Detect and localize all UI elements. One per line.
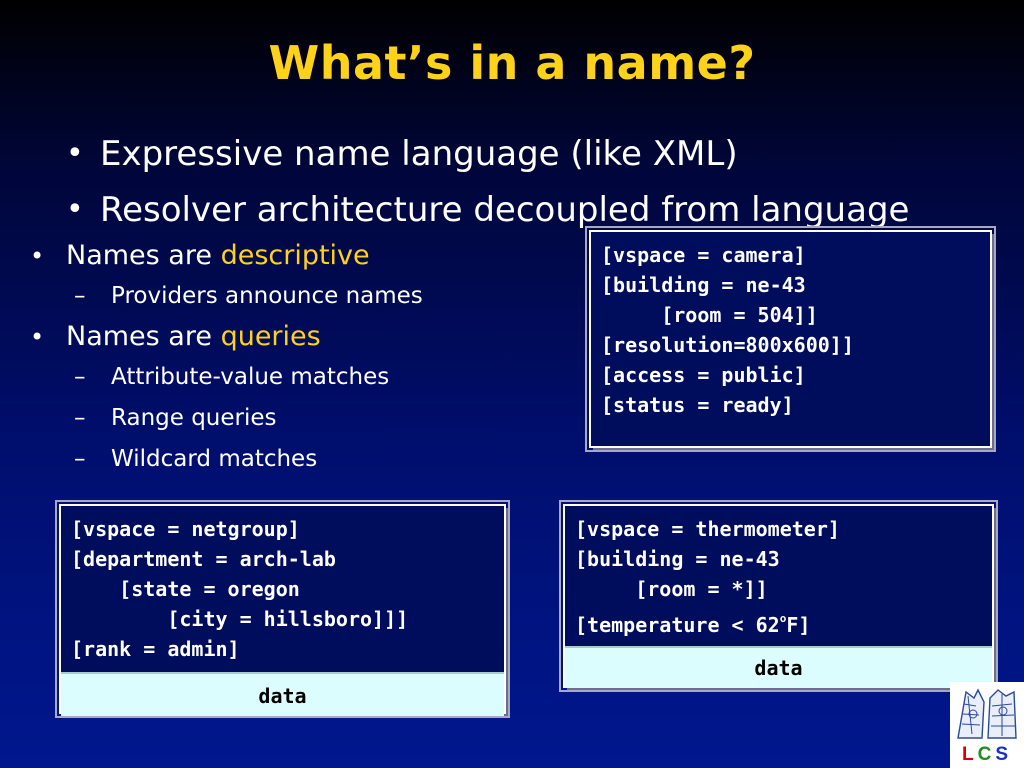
name-specifier: [vspace = netgroup] [department = arch-la… — [61, 506, 504, 672]
code-line: [department = arch-lab — [71, 547, 336, 571]
dash-icon: – — [74, 283, 86, 309]
data-band: data — [565, 646, 992, 688]
sub-bullet-text: Providers announce names — [111, 283, 423, 309]
code-line: [building = ne-43 — [601, 273, 806, 297]
code-line: [room = 504]] — [601, 303, 818, 327]
netgroup-name-box: [vspace = netgroup] [department = arch-la… — [55, 500, 510, 718]
highlight-word: queries — [220, 321, 321, 352]
code-line: [vspace = camera] — [601, 243, 806, 267]
sub-bullet-item: – Wildcard matches — [30, 439, 423, 480]
code-line: [access = public] — [601, 363, 806, 387]
bullet-descriptive: • Names are descriptive — [30, 236, 423, 276]
code-line: [vspace = thermometer] — [575, 517, 840, 541]
lcs-logo: LCS — [950, 682, 1024, 768]
bullet-dot-icon: • — [30, 323, 45, 351]
bullet-dot-icon: • — [66, 136, 84, 171]
sub-bullet-text: Wildcard matches — [111, 446, 318, 472]
dash-icon: – — [74, 446, 86, 472]
name-specifier: [vspace = thermometer] [building = ne-43 … — [565, 506, 992, 646]
lcs-building-logo-icon — [955, 685, 1019, 741]
sub-bullet-item: – Attribute-value matches — [30, 357, 423, 398]
bullet-dot-icon: • — [66, 192, 84, 227]
code-line: [status = ready] — [601, 393, 794, 417]
logo-letter-c: C — [977, 744, 996, 765]
bullet-dot-icon: • — [30, 242, 45, 270]
code-line: [rank = admin] — [71, 637, 240, 661]
bullet-prefix: Names are — [66, 240, 221, 271]
code-line: [resolution=800x600]] — [601, 333, 854, 357]
temperature-line: [temperature < 62oF] — [575, 604, 982, 640]
main-bullet-list: • Names are descriptive – Providers anno… — [30, 236, 423, 480]
code-line: [room = *]] — [575, 577, 768, 601]
bullet-text: Names are queries — [66, 317, 321, 357]
camera-name-box: [vspace = camera] [building = ne-43 [room… — [585, 226, 996, 452]
lcs-letters: LCS — [950, 744, 1024, 766]
name-specifier: [vspace = camera] [building = ne-43 [room… — [591, 232, 990, 426]
code-line: [city = hillsboro]]] — [71, 607, 409, 631]
thermometer-name-box: [vspace = thermometer] [building = ne-43 … — [559, 500, 998, 692]
sub-bullet-text: Attribute-value matches — [111, 364, 390, 390]
sub-bullet-text: Range queries — [111, 405, 277, 431]
dash-icon: – — [74, 364, 86, 390]
sub-bullet-item: – Providers announce names — [30, 276, 423, 317]
slide-title: What’s in a name? — [268, 36, 756, 90]
top-bullet-text: Expressive name language (like XML) — [100, 134, 738, 174]
bullet-text: Names are descriptive — [66, 236, 370, 276]
data-band: data — [61, 672, 504, 718]
code-line: [building = ne-43 — [575, 547, 780, 571]
sub-bullet-item: – Range queries — [30, 398, 423, 439]
temperature-suffix: F] — [786, 613, 811, 637]
code-line: [state = oregon — [71, 577, 300, 601]
logo-letter-l: L — [961, 744, 978, 765]
logo-letter-s: S — [995, 744, 1013, 765]
bullet-prefix: Names are — [66, 321, 221, 352]
dash-icon: – — [74, 405, 86, 431]
temperature-prefix: [temperature < 62 — [575, 613, 780, 637]
highlight-word: descriptive — [220, 240, 370, 271]
code-line: [vspace = netgroup] — [71, 517, 300, 541]
top-bullet-list: • Expressive name language (like XML) • … — [66, 126, 909, 238]
bullet-queries: • Names are queries — [30, 317, 423, 357]
top-bullet-item: • Expressive name language (like XML) — [66, 126, 909, 182]
